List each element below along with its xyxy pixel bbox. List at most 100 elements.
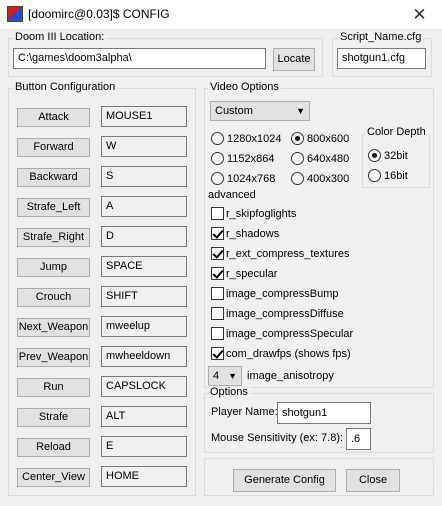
anisotropy-dropdown[interactable]: 4 ▼ [208,366,242,386]
key-field-jump[interactable]: SPACE [101,256,187,277]
resolution-radio-800[interactable]: 800x600 [291,132,349,145]
key-field-crouch[interactable]: SHIFT [101,286,187,307]
mouse-sensitivity-label: Mouse Sensitivity (ex: 7.8): [211,432,344,444]
video-preset-value: Custom [215,105,253,117]
checkbox-icon [211,327,224,340]
check-label: r_ext_compress_textures [226,248,350,260]
button-config-label: Button Configuration [13,81,118,93]
radio-icon [368,169,381,182]
action-button-strafe-right[interactable]: Strafe_Right [17,228,90,247]
radio-icon [291,172,304,185]
radio-selected-icon [291,132,304,145]
resolution-radio-1024[interactable]: 1024x768 [211,172,275,185]
key-field-strafe[interactable]: ALT [101,406,187,427]
color-depth-option-label: 32bit [384,150,408,162]
anisotropy-label: image_anisotropy [247,370,334,382]
player-name-field[interactable]: shotgun1 [277,402,371,424]
resolution-radio-400[interactable]: 400x300 [291,172,349,185]
checkbox-checked-icon [211,247,224,260]
resolution-label: 640x480 [307,153,350,165]
action-button-next-weapon[interactable]: Next_Weapon [17,318,90,337]
color-depth-label: Color Depth [365,126,428,138]
close-window-button[interactable]: ✕ [397,0,442,30]
check-image-compressdiffuse[interactable]: image_compressDiffuse [211,307,344,320]
key-field-prev-weapon[interactable]: mwheeldown [101,346,187,367]
generate-config-button[interactable]: Generate Config [233,469,336,492]
action-button-strafe[interactable]: Strafe [17,408,90,427]
radio-icon [291,152,304,165]
check-label: image_compressDiffuse [226,308,344,320]
options-group-label: Options [208,386,250,398]
key-field-reload[interactable]: E [101,436,187,457]
radio-icon [211,152,224,165]
key-field-forward[interactable]: W [101,136,187,157]
resolution-label: 1152x864 [227,153,275,165]
checkbox-checked-icon [211,347,224,360]
radio-icon [211,172,224,185]
check-r-specular[interactable]: r_specular [211,267,277,280]
location-group-label: Doom III Location: [13,31,107,43]
action-button-strafe-left[interactable]: Strafe_Left [17,198,90,217]
mouse-sensitivity-field[interactable]: .6 [346,428,371,450]
key-field-run[interactable]: CAPSLOCK [101,376,187,397]
action-button-jump[interactable]: Jump [17,258,90,277]
action-button-backward[interactable]: Backward [17,168,90,187]
check-image-compressspecular[interactable]: image_compressSpecular [211,327,353,340]
resolution-radio-640[interactable]: 640x480 [291,152,349,165]
check-label: com_drawfps (shows fps) [226,348,351,360]
check-label: r_specular [226,268,278,280]
close-button[interactable]: Close [346,469,400,492]
checkbox-checked-icon [211,267,224,280]
script-name-field[interactable]: shotgun1.cfg [337,48,426,69]
action-button-run[interactable]: Run [17,378,90,397]
advanced-label: advanced [208,189,256,201]
color-depth-option-label: 16bit [384,170,408,182]
resolution-label: 1024x768 [227,173,276,185]
chevron-down-icon: ▼ [296,106,305,116]
script-group-label: Script_Name.cfg [338,31,424,43]
player-name-label: Player Name: [211,406,278,418]
checkbox-icon [211,287,224,300]
locate-button[interactable]: Locate [273,48,315,71]
key-field-attack[interactable]: MOUSE1 [101,106,187,127]
check-r-ext-compress-textures[interactable]: r_ext_compress_textures [211,247,350,260]
action-button-crouch[interactable]: Crouch [17,288,90,307]
action-button-center-view[interactable]: Center_View [17,468,90,487]
check-label: r_skipfoglights [226,208,297,220]
resolution-label: 800x600 [307,133,350,145]
doom-path-field[interactable]: C:\games\doom3alpha\ [13,48,266,69]
check-r-skipfoglights[interactable]: r_skipfoglights [211,207,296,220]
action-button-attack[interactable]: Attack [17,108,90,127]
check-image-compressbump[interactable]: image_compressBump [211,287,339,300]
color-depth-radio-16[interactable]: 16bit [368,169,408,182]
window-title: [doomirc@0.03]$ CONFIG [28,7,170,21]
video-options-label: Video Options [208,81,281,93]
action-button-prev-weapon[interactable]: Prev_Weapon [17,348,90,367]
key-field-next-weapon[interactable]: mweelup [101,316,187,337]
resolution-label: 400x300 [307,173,350,185]
anisotropy-value: 4 [213,370,220,382]
radio-icon [211,132,224,145]
check-label: r_shadows [226,228,280,240]
title-bar: [doomirc@0.03]$ CONFIG ✕ [0,0,442,30]
action-button-reload[interactable]: Reload [17,438,90,457]
action-button-forward[interactable]: Forward [17,138,90,157]
key-field-backward[interactable]: S [101,166,187,187]
key-field-strafe-left[interactable]: A [101,196,187,217]
app-icon [7,6,23,22]
chevron-down-icon: ▼ [228,371,237,381]
checkbox-checked-icon [211,227,224,240]
check-label: image_compressBump [226,288,339,300]
resolution-radio-1280[interactable]: 1280x1024 [211,132,281,145]
key-field-strafe-right[interactable]: D [101,226,187,247]
key-field-center-view[interactable]: HOME [101,466,187,487]
video-preset-dropdown[interactable]: Custom ▼ [210,101,310,121]
resolution-label: 1280x1024 [227,133,282,145]
checkbox-icon [211,307,224,320]
color-depth-radio-32[interactable]: 32bit [368,149,408,162]
check-com-drawfps[interactable]: com_drawfps (shows fps) [211,347,351,360]
checkbox-icon [211,207,224,220]
check-label: image_compressSpecular [226,328,354,340]
check-r-shadows[interactable]: r_shadows [211,227,279,240]
resolution-radio-1152[interactable]: 1152x864 [211,152,275,165]
